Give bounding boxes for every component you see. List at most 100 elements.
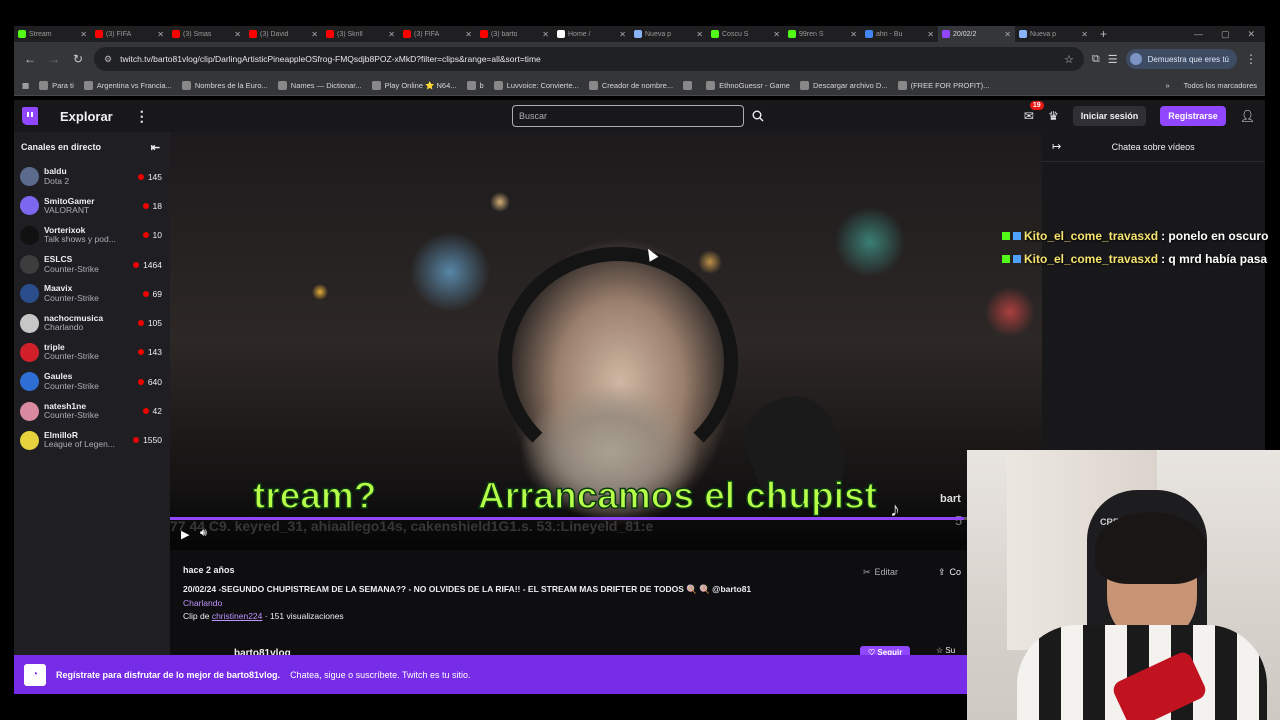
- more-options-icon[interactable]: ⋮: [135, 108, 149, 125]
- viewer-count-value: 145: [147, 171, 162, 182]
- browser-tab[interactable]: Nueva p ✕: [630, 26, 707, 42]
- bookmark-item[interactable]: Names — Dictionar...: [277, 81, 362, 90]
- play-icon[interactable]: ▶: [181, 528, 189, 541]
- maximize-icon[interactable]: ▢: [1221, 29, 1230, 40]
- browser-tab[interactable]: Coscu S ✕: [707, 26, 784, 42]
- channel-name: Maavix: [44, 284, 73, 294]
- channel-category: Counter-Strike: [44, 293, 99, 303]
- bookmark-item[interactable]: Para ti: [39, 81, 74, 90]
- sidebar-channel-baldu[interactable]: baldu Dota 2 145: [14, 162, 170, 191]
- close-tab-icon[interactable]: ✕: [80, 30, 87, 39]
- collapse-sidebar-icon[interactable]: ⇤: [151, 141, 160, 154]
- twitch-logo-icon[interactable]: [22, 107, 38, 125]
- new-tab-button[interactable]: +: [1092, 27, 1115, 41]
- address-bar[interactable]: ⚙ twitch.tv/barto81vlog/clip/DarlingArti…: [94, 47, 1084, 71]
- share-icon: ⇪: [938, 567, 946, 577]
- reload-icon[interactable]: ↻: [70, 52, 86, 66]
- bookmark-item[interactable]: Descargar archivo D...: [799, 81, 888, 90]
- bookmark-item[interactable]: (FREE FOR PROFIT)...: [897, 81, 989, 90]
- video-progress-bar[interactable]: [170, 517, 1042, 520]
- close-tab-icon[interactable]: ✕: [388, 30, 395, 39]
- browser-tab[interactable]: (3) FIFA ✕: [399, 26, 476, 42]
- close-tab-icon[interactable]: ✕: [157, 30, 164, 39]
- overlay-chat-user: Kito_el_come_travasxd: [1024, 251, 1159, 266]
- close-tab-icon[interactable]: ✕: [234, 30, 241, 39]
- more-bookmarks-icon[interactable]: »: [1165, 81, 1169, 90]
- browser-tab[interactable]: (3) Skrill ✕: [322, 26, 399, 42]
- bookmark-item[interactable]: [683, 81, 696, 90]
- browser-tab[interactable]: 20/02/2 ✕: [938, 26, 1015, 42]
- viewer-count-value: 18: [152, 200, 162, 211]
- forward-icon[interactable]: →: [46, 52, 62, 66]
- sidebar-channel-maavix[interactable]: Maavix Counter-Strike 69: [14, 279, 170, 308]
- close-tab-icon[interactable]: ✕: [696, 30, 703, 39]
- sidebar-channel-elmillor[interactable]: ElmilloR League of Legen... 1550: [14, 426, 170, 455]
- close-tab-icon[interactable]: ✕: [311, 30, 318, 39]
- close-tab-icon[interactable]: ✕: [465, 30, 472, 39]
- close-tab-icon[interactable]: ✕: [1004, 30, 1011, 39]
- site-info-icon[interactable]: ⚙: [104, 54, 112, 65]
- close-tab-icon[interactable]: ✕: [850, 30, 857, 39]
- sidebar-channel-eslcs[interactable]: ESLCS Counter-Strike 1464: [14, 250, 170, 279]
- browser-tab[interactable]: (3) FIFA ✕: [91, 26, 168, 42]
- close-tab-icon[interactable]: ✕: [619, 30, 626, 39]
- browser-tab[interactable]: Home / ✕: [553, 26, 630, 42]
- close-tab-icon[interactable]: ✕: [773, 30, 780, 39]
- sidebar-channel-vorterixok[interactable]: Vorterixok Talk shows y pod... 10: [14, 221, 170, 250]
- bookmark-item[interactable]: Creador de nombre...: [588, 81, 673, 90]
- close-tab-icon[interactable]: ✕: [1081, 30, 1088, 39]
- sidebar-channel-smitogamer[interactable]: SmitoGamer VALORANT 18: [14, 191, 170, 220]
- notifications-button[interactable]: ✉ 19: [1024, 101, 1044, 123]
- browser-menu-icon[interactable]: ⋮: [1245, 52, 1257, 66]
- bookmark-item[interactable]: b: [466, 81, 484, 90]
- expand-chat-icon[interactable]: ↦: [1052, 140, 1061, 153]
- bookmark-item[interactable]: Argentina vs Francia...: [83, 81, 172, 90]
- explore-link[interactable]: Explorar: [60, 109, 113, 124]
- sidebar-channel-natesh1ne[interactable]: natesh1ne Counter-Strike 42: [14, 396, 170, 425]
- apps-icon[interactable]: ▦: [22, 81, 29, 90]
- profile-button[interactable]: Demuestra que eres tú: [1125, 49, 1237, 69]
- share-button[interactable]: ⇪ Co: [938, 567, 961, 578]
- browser-tab[interactable]: Stream ✕: [14, 26, 91, 42]
- bookmark-item[interactable]: Luvvoice: Convierte...: [493, 81, 579, 90]
- minimize-icon[interactable]: —: [1194, 29, 1203, 40]
- bookmark-item[interactable]: Play Online ⭐ N64...: [371, 81, 457, 90]
- bookmark-favicon-icon: [277, 81, 287, 90]
- search-button[interactable]: [746, 105, 770, 127]
- subtitle-right: Arrancamos el chupist: [477, 474, 877, 517]
- signup-promo-banner[interactable]: ◔ Regístrate para disfrutar de lo mejor …: [14, 655, 967, 694]
- all-bookmarks-folder[interactable]: Todos los marcadores: [1184, 81, 1257, 90]
- video-player[interactable]: tream? Arrancamos el chupist ♪ bart 77 4…: [170, 132, 1042, 550]
- browser-tab[interactable]: (3) Smas ✕: [168, 26, 245, 42]
- close-tab-icon[interactable]: ✕: [542, 30, 549, 39]
- signup-button[interactable]: Registrarse: [1160, 106, 1226, 126]
- reading-list-icon[interactable]: ☰: [1108, 53, 1118, 66]
- live-dot-icon: [142, 408, 149, 415]
- login-button[interactable]: Iniciar sesión: [1072, 106, 1147, 126]
- back-icon[interactable]: ←: [22, 52, 38, 66]
- subscribe-button[interactable]: ☆ Su: [936, 646, 955, 655]
- user-menu-icon[interactable]: 👤︎: [1240, 109, 1255, 123]
- browser-tab[interactable]: (3) David ✕: [245, 26, 322, 42]
- browser-tab[interactable]: Nueva p ✕: [1015, 26, 1092, 42]
- browser-tab[interactable]: ahn - Bu ✕: [861, 26, 938, 42]
- prime-icon[interactable]: ♛: [1048, 109, 1059, 123]
- bookmark-item[interactable]: Nombres de la Euro...: [181, 81, 268, 90]
- bookmark-star-icon[interactable]: ☆: [1064, 53, 1074, 66]
- volume-icon[interactable]: 🔊︎: [200, 527, 207, 540]
- extensions-icon[interactable]: ⧉: [1092, 53, 1100, 66]
- close-window-icon[interactable]: ✕: [1247, 29, 1255, 40]
- sidebar-channel-nachocmusica[interactable]: nachocmusica Charlando 105: [14, 308, 170, 337]
- browser-tab[interactable]: (3) barto ✕: [476, 26, 553, 42]
- search-input[interactable]: [512, 105, 744, 127]
- edit-clip-button[interactable]: ✂ Editar: [863, 567, 898, 578]
- sidebar-channel-gaules[interactable]: Gaules Counter-Strike 640: [14, 367, 170, 396]
- clip-category-link[interactable]: Charlando: [183, 598, 222, 608]
- overlay-chat-line: Kito_el_come_travasxd : ponelo en oscuro: [1002, 224, 1280, 247]
- clip-author-link[interactable]: christinen224: [212, 611, 263, 621]
- bookmark-item[interactable]: EthnoGuessr - Game: [706, 81, 790, 90]
- close-tab-icon[interactable]: ✕: [927, 30, 934, 39]
- sidebar-channel-triple[interactable]: triple Counter-Strike 143: [14, 338, 170, 367]
- tab-title: Nueva p: [645, 30, 672, 38]
- browser-tab[interactable]: 99ren S ✕: [784, 26, 861, 42]
